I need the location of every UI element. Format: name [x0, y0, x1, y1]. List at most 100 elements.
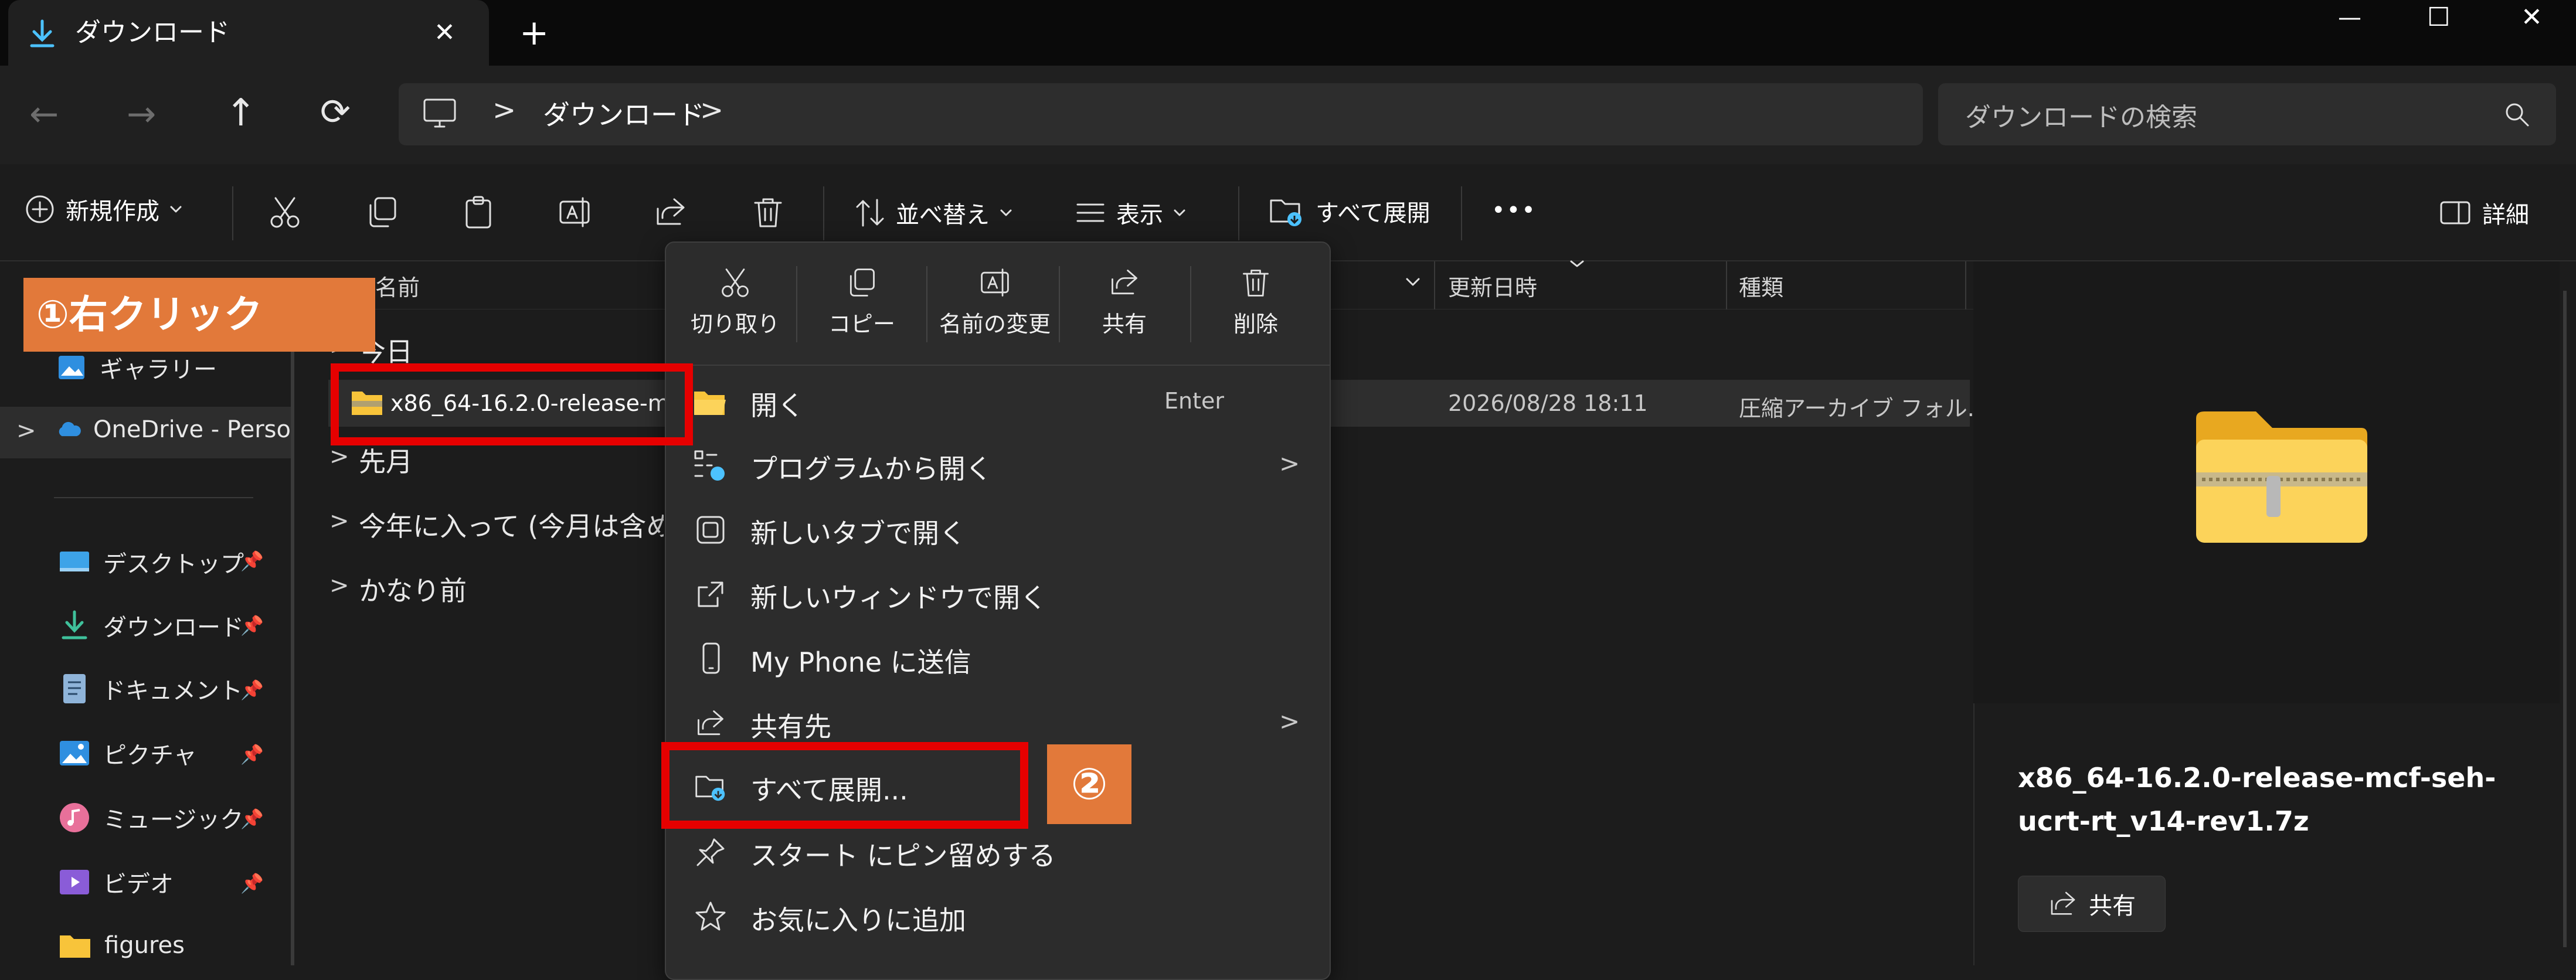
up-button[interactable]: ↑: [225, 91, 257, 135]
new-tab-icon: [696, 516, 725, 544]
details-share-button[interactable]: 共有: [2018, 876, 2166, 932]
sidebar-item-label: ビデオ: [103, 871, 174, 898]
group-chevron[interactable]: >: [329, 508, 349, 535]
chevron-down-icon: [1174, 209, 1185, 216]
context-item-label: お気に入りに追加: [750, 904, 966, 936]
details-button[interactable]: 詳細: [2439, 196, 2529, 230]
context-item-new-tab[interactable]: 新しいタブで開く: [666, 501, 1330, 559]
group-last-month[interactable]: 先月: [359, 441, 413, 479]
column-type[interactable]: 種類: [1739, 270, 1783, 302]
folder-icon: [60, 935, 90, 958]
sidebar-item-documents[interactable]: ドキュメント: [61, 672, 243, 706]
new-button-label: 新規作成: [66, 198, 159, 225]
new-tab-button[interactable]: +: [519, 0, 549, 66]
context-share-button[interactable]: 共有: [1061, 259, 1188, 359]
share-icon: [698, 710, 723, 736]
sidebar-item-label: ピクチャ: [103, 742, 197, 769]
context-delete-button[interactable]: 削除: [1192, 259, 1319, 359]
rename-icon: [559, 197, 590, 227]
sidebar-item-videos[interactable]: ビデオ: [59, 865, 174, 899]
computer-icon: [422, 97, 457, 130]
pin-icon[interactable]: 📌: [240, 872, 264, 894]
pin-icon[interactable]: 📌: [240, 743, 264, 765]
sort-button[interactable]: 並べ替え: [854, 196, 1013, 230]
forward-button[interactable]: →: [127, 94, 156, 135]
share-button[interactable]: [653, 195, 688, 230]
sidebar-item-figures[interactable]: figures: [59, 932, 185, 959]
context-item-add-favorite[interactable]: お気に入りに追加: [666, 887, 1330, 946]
tab-close-button[interactable]: ✕: [434, 0, 456, 66]
group-chevron[interactable]: >: [329, 572, 349, 599]
sidebar-item-label: OneDrive - Perso: [93, 416, 291, 443]
context-divider: [926, 266, 927, 342]
rename-button[interactable]: [557, 195, 592, 230]
more-options-button[interactable]: •••: [1491, 197, 1537, 224]
pictures-icon: [60, 741, 89, 765]
details-pane-icon: [2440, 201, 2470, 224]
group-long-ago[interactable]: かなり前: [359, 570, 467, 608]
context-item-label: 新しいタブで開く: [750, 518, 966, 549]
context-share-label: 共有: [1102, 311, 1147, 337]
group-this-year[interactable]: 今年に入って (今月は含め: [359, 505, 664, 544]
maximize-button[interactable]: ☐: [2427, 0, 2450, 35]
chevron-down-icon[interactable]: [1405, 275, 1421, 290]
sidebar-item-downloads[interactable]: ダウンロード: [59, 608, 244, 642]
context-item-my-phone[interactable]: My Phone に送信: [666, 629, 1330, 688]
context-item-new-window[interactable]: 新しいウィンドウで開く: [666, 565, 1330, 624]
sidebar-item-gallery[interactable]: ギャラリー: [56, 351, 217, 384]
pin-icon[interactable]: 📌: [240, 808, 264, 830]
context-item-pin-to-start[interactable]: スタート にピン留めする: [666, 823, 1330, 882]
column-name[interactable]: 名前: [375, 270, 420, 302]
download-icon: [62, 610, 87, 639]
details-button-label: 詳細: [2482, 202, 2529, 229]
breadcrumb[interactable]: ダウンロード: [543, 94, 705, 132]
context-divider: [1059, 266, 1060, 342]
details-file-name-line1: x86_64-16.2.0-release-mcf-seh-: [2018, 762, 2496, 794]
sort-indicator-icon: [1569, 258, 1585, 270]
context-item-label: 共有先: [750, 711, 831, 743]
close-button[interactable]: ✕: [2521, 0, 2543, 35]
sidebar-scrollbar[interactable]: [291, 281, 294, 965]
sidebar-item-music[interactable]: ミュージック: [59, 801, 243, 835]
details-file-name-line2: ucrt-rt_v14-rev1.7z: [2018, 805, 2309, 837]
minimize-button[interactable]: —: [2338, 0, 2361, 35]
extract-all-button[interactable]: すべて展開: [1267, 193, 1430, 229]
breadcrumb-separator[interactable]: >: [492, 94, 516, 127]
copy-button[interactable]: [365, 195, 400, 230]
sidebar-item-pictures[interactable]: ピクチャ: [59, 736, 197, 770]
pin-icon[interactable]: 📌: [240, 550, 264, 572]
group-chevron[interactable]: >: [329, 443, 349, 470]
context-item-open[interactable]: 開く Enter: [666, 373, 1330, 431]
sidebar-item-label: figures: [104, 932, 185, 959]
context-copy-button[interactable]: コピー: [800, 259, 924, 359]
copy-icon: [369, 197, 396, 227]
paste-button[interactable]: [461, 195, 496, 230]
folder-open-icon: [694, 392, 726, 415]
rename-icon: [981, 268, 1009, 297]
column-divider: [1965, 261, 1966, 309]
back-button[interactable]: ←: [29, 94, 59, 135]
video-icon: [60, 870, 89, 894]
context-item-label: My Phone に送信: [750, 646, 971, 678]
document-icon: [63, 674, 86, 703]
cut-icon: [722, 268, 749, 297]
expand-chevron[interactable]: >: [16, 417, 36, 444]
cut-button[interactable]: [267, 195, 303, 230]
context-rename-button[interactable]: 名前の変更: [929, 259, 1061, 359]
context-item-open-with[interactable]: プログラムから開く >: [666, 436, 1330, 495]
context-rename-label: 名前の変更: [939, 311, 1051, 337]
view-button[interactable]: 表示: [1074, 196, 1187, 230]
context-cut-button[interactable]: 切り取り: [673, 259, 797, 359]
new-button[interactable]: 新規作成: [23, 192, 183, 226]
pin-icon[interactable]: 📌: [240, 614, 264, 637]
context-item-accelerator: Enter: [1164, 388, 1224, 414]
onedrive-row[interactable]: OneDrive - Perso: [56, 416, 291, 443]
pin-icon[interactable]: 📌: [240, 679, 264, 701]
details-scrollbar[interactable]: [2563, 291, 2567, 947]
sidebar-item-desktop[interactable]: デスクトップ: [59, 545, 244, 579]
delete-button[interactable]: [750, 195, 786, 230]
breadcrumb-chevron[interactable]: >: [700, 94, 723, 127]
gallery-icon: [59, 356, 84, 379]
column-modified[interactable]: 更新日時: [1448, 270, 1537, 302]
refresh-button[interactable]: ⟳: [320, 90, 351, 133]
